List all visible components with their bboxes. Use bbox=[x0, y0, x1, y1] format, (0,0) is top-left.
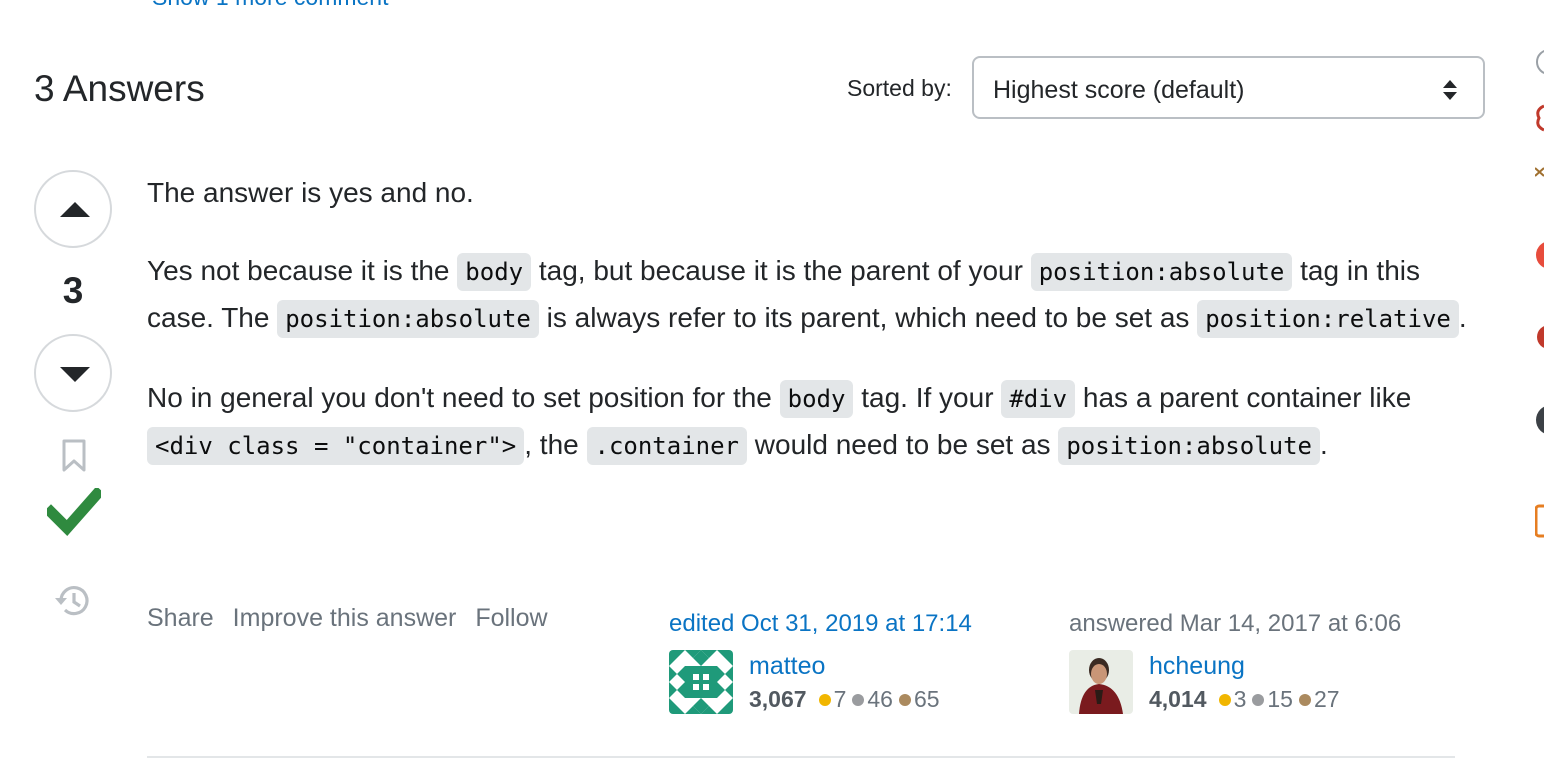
avatar[interactable] bbox=[669, 650, 733, 714]
edited-timestamp-link[interactable]: edited Oct 31, 2019 at 17:14 bbox=[669, 610, 972, 638]
history-icon[interactable] bbox=[53, 582, 93, 620]
identicon-avatar-icon bbox=[669, 650, 733, 714]
gold-badge-count: 7 bbox=[833, 686, 847, 712]
bronze-badge-icon bbox=[898, 693, 911, 706]
arrow-up-icon bbox=[60, 202, 90, 217]
gold-badge-icon bbox=[818, 693, 831, 706]
silver-badge-icon bbox=[1252, 693, 1265, 706]
answers-count-title: 3 Answers bbox=[34, 68, 205, 109]
answer-paragraph: Yes not because it is the body tag, but … bbox=[147, 248, 1467, 342]
inline-code: body bbox=[457, 253, 532, 291]
inline-code: position:absolute bbox=[1030, 253, 1293, 291]
vote-count: 3 bbox=[62, 270, 84, 311]
arrow-down-icon bbox=[60, 367, 90, 382]
sidebar-partial-icon[interactable] bbox=[1535, 404, 1544, 436]
sidebar-partial-icon[interactable] bbox=[1535, 104, 1544, 132]
inline-code: position:absolute bbox=[1058, 427, 1320, 465]
answer-body: The answer is yes and no. Yes not becaus… bbox=[147, 170, 1467, 502]
user-card: hcheung 4,014 3 15 27 bbox=[1069, 650, 1401, 716]
user-name-link[interactable]: matteo bbox=[749, 652, 825, 681]
reputation-score: 3,067 bbox=[749, 686, 807, 712]
bronze-badge-count: 27 bbox=[1313, 686, 1340, 712]
improve-answer-link[interactable]: Improve this answer bbox=[233, 604, 457, 632]
follow-link[interactable]: Follow bbox=[475, 604, 547, 632]
sidebar-partial-icon[interactable] bbox=[1535, 162, 1544, 184]
bronze-badge-count: 65 bbox=[913, 686, 940, 712]
sidebar-partial-icon[interactable] bbox=[1535, 240, 1544, 270]
inline-code: body bbox=[779, 380, 854, 418]
user-photo-avatar-icon bbox=[1069, 650, 1133, 714]
reputation-score: 4,014 bbox=[1149, 686, 1207, 712]
inline-code: <div class = "container"> bbox=[147, 427, 525, 465]
accepted-check-icon bbox=[47, 488, 101, 537]
answer-paragraph: No in general you don't need to set posi… bbox=[147, 375, 1467, 469]
select-arrows-icon bbox=[1443, 80, 1457, 100]
inline-code: position:absolute bbox=[277, 300, 539, 338]
bookmark-icon[interactable] bbox=[60, 438, 88, 474]
inline-code: position:relative bbox=[1197, 300, 1459, 338]
sidebar-partial-icon[interactable] bbox=[1535, 48, 1544, 76]
sort-select-value: Highest score (default) bbox=[993, 76, 1245, 104]
sidebar-partial-icon[interactable] bbox=[1535, 504, 1544, 538]
sort-select[interactable]: Highest score (default) bbox=[972, 56, 1485, 119]
inline-code: .container bbox=[586, 427, 747, 465]
answered-signature: answered Mar 14, 2017 at 6:06 hcheung 4,… bbox=[1069, 610, 1401, 716]
silver-badge-count: 15 bbox=[1267, 686, 1293, 712]
answers-section: Show 1 more comment 3 Answers Sorted by:… bbox=[0, 0, 1544, 758]
gold-badge-icon bbox=[1218, 693, 1231, 706]
user-name-link[interactable]: hcheung bbox=[1149, 652, 1245, 681]
share-link[interactable]: Share bbox=[147, 604, 214, 632]
show-more-comment-link[interactable]: Show 1 more comment bbox=[152, 0, 388, 11]
gold-badge-count: 3 bbox=[1233, 686, 1247, 712]
answer-paragraph: The answer is yes and no. bbox=[147, 177, 474, 208]
answered-timestamp-link[interactable]: answered Mar 14, 2017 at 6:06 bbox=[1069, 610, 1401, 638]
user-card: matteo 3,067 7 46 65 bbox=[669, 650, 972, 716]
user-reputation: 4,014 3 15 27 bbox=[1149, 686, 1340, 713]
sorted-by-label: Sorted by: bbox=[847, 75, 952, 101]
downvote-button[interactable] bbox=[34, 334, 112, 412]
avatar[interactable] bbox=[1069, 650, 1133, 714]
upvote-button[interactable] bbox=[34, 170, 112, 248]
silver-badge-count: 46 bbox=[867, 686, 893, 712]
inline-code: #div bbox=[1001, 380, 1076, 418]
bronze-badge-icon bbox=[1298, 693, 1311, 706]
edited-signature: edited Oct 31, 2019 at 17:14 matteo 3,06… bbox=[669, 610, 972, 716]
user-reputation: 3,067 7 46 65 bbox=[749, 686, 940, 713]
silver-badge-icon bbox=[852, 693, 865, 706]
post-menu: Share Improve this answer Follow bbox=[147, 604, 560, 633]
sidebar-partial-icon[interactable] bbox=[1535, 322, 1544, 352]
